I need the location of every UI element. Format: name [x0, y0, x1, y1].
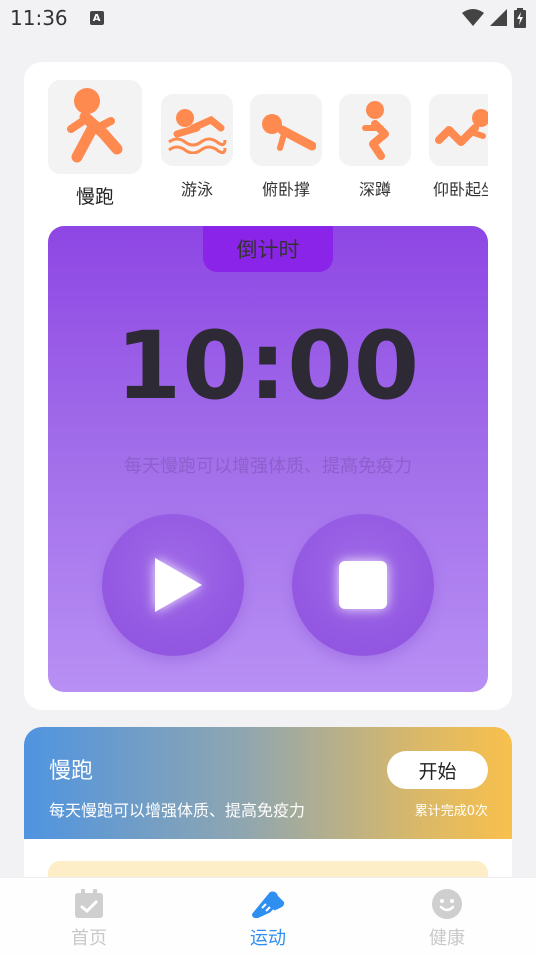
jogging-icon — [67, 88, 123, 163]
nav-health[interactable]: 健康 — [387, 888, 507, 950]
cell-signal-icon — [490, 9, 507, 26]
tab-jogging-iconbox — [48, 80, 142, 174]
tab-pushup-label: 俯卧撑 — [261, 180, 310, 199]
situp-icon — [435, 109, 488, 146]
info-card-title: 慢跑 — [49, 759, 94, 784]
calendar-check-icon — [75, 889, 103, 918]
nav-home-label: 首页 — [71, 928, 107, 949]
stop-button[interactable] — [292, 514, 434, 656]
start-button[interactable]: 开始 — [387, 751, 488, 789]
smiley-icon — [432, 889, 462, 919]
status-bar: 11:36 A — [0, 0, 536, 36]
play-button[interactable] — [102, 514, 244, 656]
pushup-icon — [262, 114, 316, 151]
exercise-info-card: 慢跑 每天慢跑可以增强体质、提高免疫力 开始 累计完成0次 — [24, 727, 512, 839]
tab-jogging[interactable]: 慢跑 — [48, 80, 142, 209]
countdown-mode-label[interactable]: 倒计时 — [203, 226, 333, 272]
nav-home[interactable]: 首页 — [29, 888, 149, 950]
battery-icon — [514, 8, 526, 28]
exercise-motto: 每天慢跑可以增强体质、提高免疫力 — [124, 456, 412, 477]
notification-a-icon: A — [89, 11, 104, 25]
sneaker-icon — [252, 891, 285, 919]
tab-swimming-iconbox — [161, 94, 233, 166]
squat-icon — [362, 101, 389, 160]
stop-icon — [339, 561, 387, 609]
swimming-icon — [168, 109, 227, 154]
tab-pushup[interactable]: 俯卧撑 — [250, 94, 322, 200]
play-icon — [154, 558, 202, 612]
bottom-nav: 首页 运动 健康 — [0, 877, 536, 955]
status-time: 11:36 — [10, 6, 68, 30]
info-card-description: 每天慢跑可以增强体质、提高免疫力 — [49, 801, 306, 820]
completed-count: 累计完成0次 — [414, 804, 488, 819]
nav-sport-label: 运动 — [250, 928, 286, 949]
tab-squat[interactable]: 深蹲 — [339, 94, 411, 200]
wifi-icon — [462, 9, 484, 26]
tab-situp-label: 仰卧起坐 — [432, 180, 488, 199]
tab-situp-iconbox — [429, 94, 488, 166]
tab-swimming[interactable]: 游泳 — [161, 94, 233, 200]
tab-squat-iconbox — [339, 94, 411, 166]
tab-squat-label: 深蹲 — [358, 180, 391, 199]
tab-situp[interactable]: 仰卧起坐 — [429, 94, 488, 200]
tab-jogging-label: 慢跑 — [75, 186, 114, 208]
exercise-card: 慢跑 游泳 俯卧撑 深蹲 仰卧起 倒计时 10:00 每天慢跑可以增强体质、提高… — [24, 62, 512, 710]
countdown-time: 10:00 — [115, 312, 421, 421]
exercise-tab-bar: 慢跑 游泳 俯卧撑 深蹲 仰卧起 — [48, 80, 488, 210]
nav-sport[interactable]: 运动 — [208, 888, 328, 950]
nav-health-label: 健康 — [429, 928, 465, 949]
tab-pushup-iconbox — [250, 94, 322, 166]
next-card — [24, 839, 512, 881]
countdown-panel: 倒计时 10:00 每天慢跑可以增强体质、提高免疫力 — [48, 226, 488, 692]
tab-swimming-label: 游泳 — [180, 180, 213, 199]
